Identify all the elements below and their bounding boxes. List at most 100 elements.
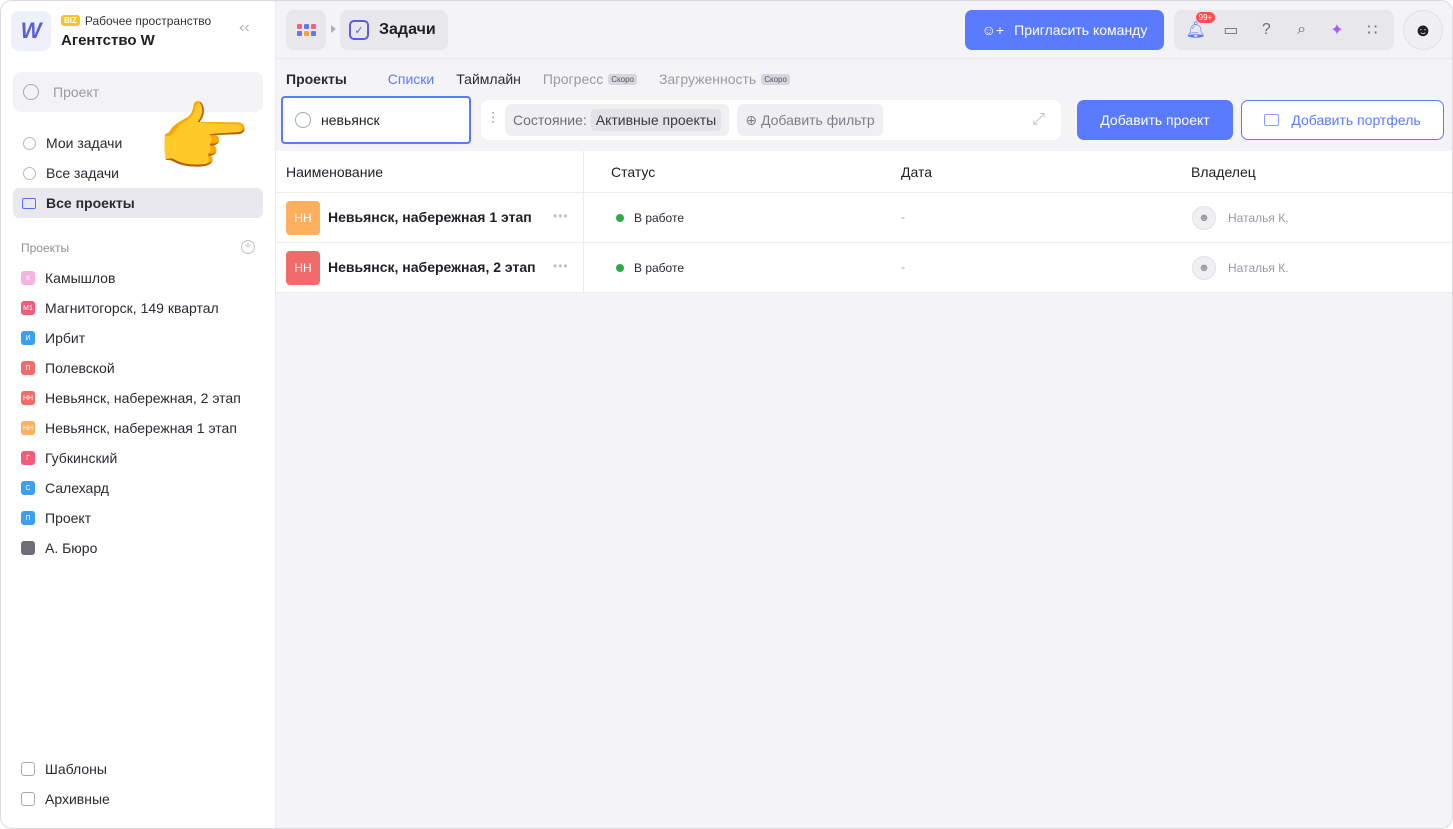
sidebar-project-item[interactable]: НН Невьянск, набережная 1 этап (21, 420, 237, 436)
date-cell[interactable]: - (901, 210, 905, 224)
invite-team-button[interactable]: ☺+ Пригласить команду (965, 10, 1164, 50)
owner-cell[interactable]: ☻ Наталья К. (1192, 206, 1289, 230)
project-color-icon: Г (21, 451, 35, 465)
status-label: В работе (634, 211, 685, 225)
project-color-icon: И (21, 331, 35, 345)
search-value: невьянск (321, 112, 380, 128)
search-icon (23, 84, 39, 100)
project-name[interactable]: Невьянск, набережная 1 этап (328, 209, 532, 225)
soon-badge: Скоро (608, 73, 637, 85)
sidebar-project-label: А. Бюро (45, 540, 98, 556)
sidebar-project-label: Салехард (45, 480, 109, 496)
sidebar-project-label: Магнитогорск, 149 квартал (45, 300, 219, 316)
date-cell[interactable]: - (901, 260, 905, 274)
project-color-icon: П (21, 361, 35, 375)
owner-name: Наталья К. (1228, 211, 1289, 225)
sidebar-project-item[interactable]: Г Губкинский (21, 450, 117, 466)
tab-progress-label: Прогресс (542, 71, 604, 87)
collapse-sidebar-icon[interactable]: ‹‹ (239, 19, 250, 37)
sidebar-item-templates[interactable]: Шаблоны (21, 761, 107, 777)
tab-timeline[interactable]: Таймлайн (456, 71, 521, 87)
status-dot-icon (616, 214, 624, 222)
grid-icon[interactable]: ∷ (1361, 19, 1383, 41)
check-circle-icon (22, 136, 36, 150)
table-header: Наименование Статус Дата Владелец (276, 151, 1452, 193)
state-filter-chip[interactable]: Состояние: Активные проекты (505, 104, 730, 136)
tab-load-label: Загруженность (658, 71, 757, 87)
sidebar-item-archive[interactable]: Архивные (21, 791, 110, 807)
project-name[interactable]: Невьянск, набережная, 2 этап (328, 259, 536, 275)
add-project-icon[interactable]: + (241, 240, 255, 254)
add-filter-button[interactable]: ⊕ Добавить фильтр (737, 104, 883, 136)
sidebar-project-item[interactable]: П Полевской (21, 360, 115, 376)
column-header-owner[interactable]: Владелец (1191, 164, 1256, 180)
sidebar-project-item[interactable]: С Салехард (21, 480, 109, 496)
owner-cell[interactable]: ☻ Наталья К. (1192, 256, 1289, 280)
column-header-status[interactable]: Статус (611, 164, 655, 180)
project-avatar: НН (286, 201, 320, 235)
workspace-switcher[interactable]: W BIZ Рабочее пространство Агентство W (11, 11, 211, 51)
sidebar-item-label: Шаблоны (45, 761, 107, 777)
workspace-logo: W (11, 11, 51, 51)
table-row[interactable]: НН Невьянск, набережная, 2 этап ••• В работ… (276, 243, 1452, 293)
sidebar-project-item[interactable]: П Проект (21, 510, 91, 526)
more-options-icon[interactable]: ••• (553, 259, 569, 273)
project-color-icon: М1 (21, 301, 35, 315)
sidebar-item-all-projects[interactable]: Все проекты (13, 188, 263, 218)
owner-avatar: ☻ (1192, 256, 1216, 280)
project-color-icon: НН (21, 421, 35, 435)
filter-sliders-icon[interactable]: ⫶ (491, 111, 495, 129)
sidebar-project-label: Губкинский (45, 450, 118, 466)
folder-icon (22, 196, 36, 210)
sidebar-project-label: Невьянск, набережная, 2 этап (45, 390, 241, 406)
help-icon[interactable]: ? (1255, 19, 1277, 41)
project-avatar: НН (286, 251, 320, 285)
expand-icon[interactable]: ⤢ (1032, 111, 1045, 129)
project-search-input[interactable]: невьянск (281, 96, 471, 144)
sidebar-project-item[interactable]: К Камышлов (21, 270, 115, 286)
status-cell[interactable]: В работе (616, 211, 684, 225)
more-options-icon[interactable]: ••• (553, 209, 569, 223)
sidebar-project-label: Камышлов (45, 270, 116, 286)
add-filter-label: Добавить фильтр (760, 112, 875, 128)
add-project-button[interactable]: Добавить проект (1077, 100, 1233, 140)
apps-grid-icon[interactable] (286, 10, 326, 50)
tasks-check-icon: ✓ (349, 20, 369, 40)
add-portfolio-label: Добавить портфель (1291, 112, 1421, 128)
search-icon[interactable]: ⌕ (1291, 19, 1313, 41)
projects-table: Наименование Статус Дата Владелец НН Невь… (276, 151, 1452, 293)
tab-lists[interactable]: Списки (388, 71, 434, 87)
view-tabs: Проекты Списки Таймлайн Прогресс Скоро З… (286, 71, 812, 87)
pointing-hand-icon: 👉 (156, 96, 251, 181)
sidebar-project-item[interactable]: НН Невьянск, набережная, 2 этап (21, 390, 241, 406)
column-header-name[interactable]: Наименование (286, 164, 383, 180)
table-row[interactable]: НН Невьянск, набережная 1 этап ••• В работе… (276, 193, 1452, 243)
plus-circle-icon: ⊕ (745, 111, 757, 128)
invite-label: Пригласить команду (1014, 22, 1148, 38)
sidebar-project-item[interactable]: А. Бюро (21, 540, 97, 556)
sparkle-icon[interactable]: ✦ (1326, 19, 1348, 41)
templates-icon (21, 762, 35, 776)
bell-icon[interactable]: 🔔︎ 99+ (1185, 12, 1216, 41)
tab-load[interactable]: Загруженность Скоро (659, 71, 790, 87)
sidebar-item-label: Все задачи (46, 165, 119, 181)
sidebar-project-item[interactable]: М1 Магнитогорск, 149 квартал (21, 300, 219, 316)
status-dot-icon (616, 264, 624, 272)
breadcrumb-tasks[interactable]: ✓ Задачи (340, 10, 448, 50)
sidebar-project-item[interactable]: И Ирбит (21, 330, 85, 346)
breadcrumb-separator-icon (331, 25, 336, 33)
folder-icon[interactable]: ▭ (1220, 19, 1242, 41)
breadcrumb-label: Задачи (379, 21, 436, 38)
user-avatar[interactable]: ☻ (1403, 10, 1443, 50)
workspace-name: Агентство W (61, 31, 155, 49)
project-color-icon: НН (21, 391, 35, 405)
project-color-icon: С (21, 481, 35, 495)
sidebar-project-label: Проект (45, 510, 92, 526)
column-header-date[interactable]: Дата (901, 164, 932, 180)
archive-icon (21, 792, 35, 806)
status-cell[interactable]: В работе (616, 261, 684, 275)
state-filter-label: Состояние: (513, 112, 587, 128)
add-portfolio-button[interactable]: Добавить портфель (1241, 100, 1444, 140)
tab-progress[interactable]: Прогресс Скоро (543, 71, 637, 87)
main-content: Проекты Списки Таймлайн Прогресс Скоро З… (276, 59, 1452, 828)
